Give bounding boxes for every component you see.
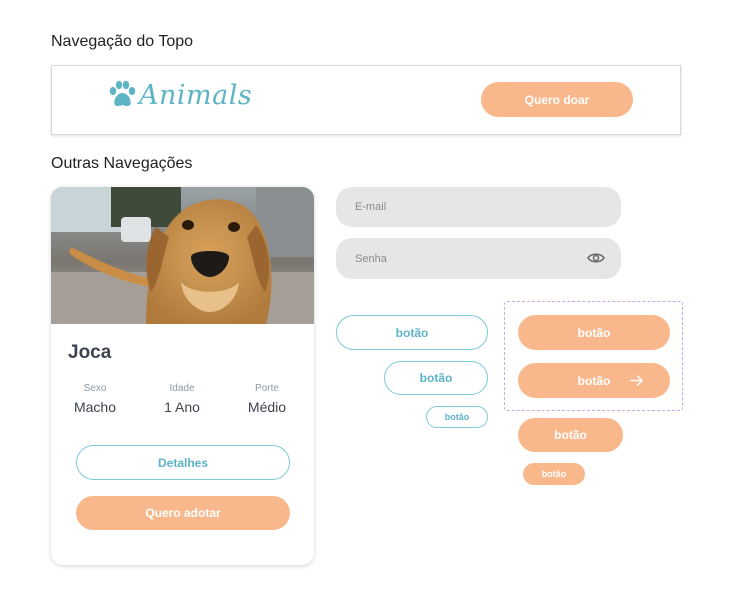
attr-value-size: Médio [247,399,287,415]
attr-value-sex: Macho [73,399,117,415]
logo-text: Animals [139,80,253,111]
email-field[interactable] [336,187,621,227]
section-title-other-nav: Outras Navegações [51,155,193,172]
password-field[interactable] [336,238,621,279]
section-title-top-nav: Navegação do Topo [51,33,194,50]
attr-value-age: 1 Ano [164,399,200,415]
attr-label-size: Porte [255,383,279,394]
details-button[interactable]: Detalhes [76,445,290,480]
pet-name: Joca [68,342,112,363]
paw-icon [108,80,136,110]
arrow-right-icon [630,374,644,390]
filled-button-small[interactable]: botão [523,463,585,485]
pet-card: Joca Sexo Macho Idade 1 Ano Porte Médio … [51,187,314,565]
outline-button-small[interactable]: botão [426,406,488,428]
filled-button-large[interactable]: botão [518,315,670,350]
filled-button-medium[interactable]: botão [518,418,623,452]
donate-button[interactable]: Quero doar [481,82,633,117]
password-input[interactable] [353,251,577,266]
attr-label-age: Idade [169,383,195,394]
outline-button-large[interactable]: botão [336,315,488,350]
attr-label-sex: Sexo [83,383,107,394]
filled-button-arrow-label: botão [577,373,611,388]
eye-icon[interactable] [587,251,605,270]
top-navigation-bar: Animals Quero doar [51,65,681,135]
email-input[interactable] [353,200,577,214]
filled-button-arrow[interactable]: botão [518,363,670,398]
dog-photo [51,187,314,324]
adopt-button[interactable]: Quero adotar [76,496,290,530]
outline-button-medium[interactable]: botão [384,361,488,395]
